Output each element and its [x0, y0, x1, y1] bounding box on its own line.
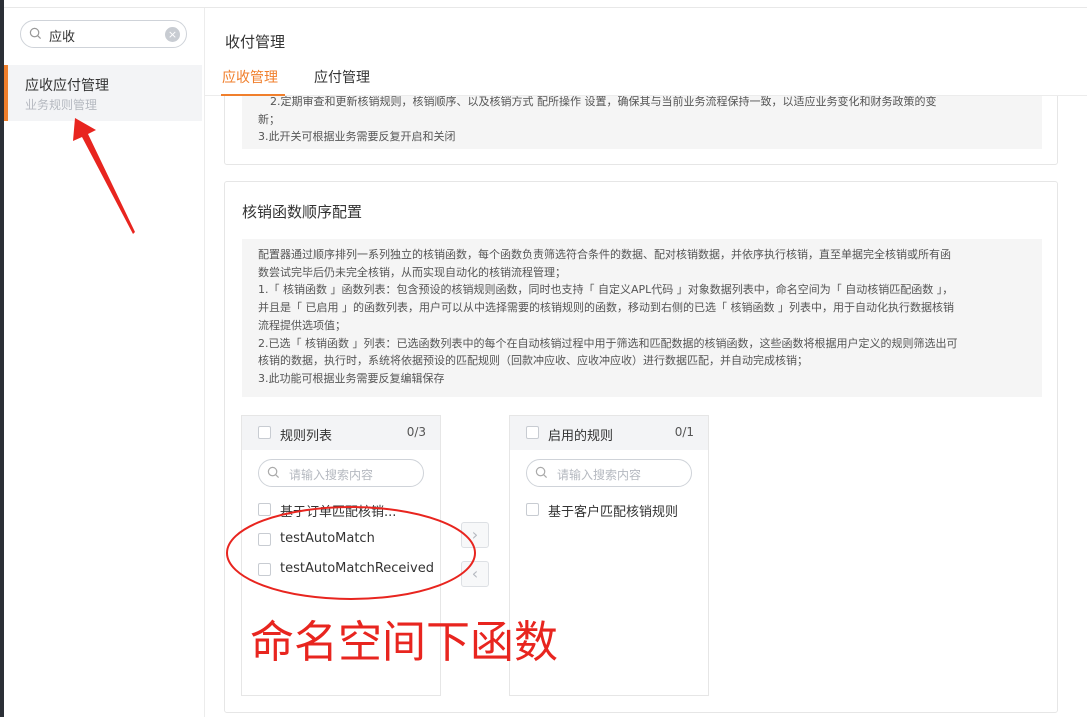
tab-receivable[interactable]: 应收管理 [222, 67, 278, 87]
clear-icon[interactable]: × [165, 27, 180, 42]
item-label: testAutoMatchReceived [280, 561, 434, 576]
item-checkbox[interactable] [526, 503, 539, 516]
description-line: 并且是「 已启用 」的函数列表，用户可以从中选择需要的核销规则的函数，移动到右侧… [258, 301, 954, 315]
description-box: 配置器通过顺序排列一系列独立的核销函数，每个函数负责筛选符合条件的数据、配对核销… [242, 239, 1042, 397]
annotation-text: 命名空间下函数 [250, 617, 558, 668]
item-checkbox[interactable] [258, 503, 271, 516]
select-all-checkbox[interactable] [258, 426, 271, 439]
search-placeholder: 请输入搜索内容 [289, 468, 374, 482]
list-item[interactable]: 基于订单匹配核销... [258, 499, 438, 521]
tab-payable[interactable]: 应付管理 [314, 67, 370, 87]
description-line: 流程提供选项值； [258, 318, 346, 332]
search-icon [267, 466, 280, 479]
description-line: 数尝试完毕后仍未完全核销，从而实现自动化的核销流程管理； [258, 265, 566, 279]
page-title: 收付管理 [225, 33, 286, 51]
search-value: 应收 [49, 30, 76, 45]
section-title: 核销函数顺序配置 [242, 203, 363, 221]
description-line: 配置器通过顺序排列一系列独立的核销函数，每个函数负责筛选符合条件的数据、配对核销… [258, 248, 951, 261]
item-label: testAutoMatch [280, 531, 375, 546]
list-item[interactable]: testAutoMatch [258, 529, 438, 551]
active-tab-indicator [221, 94, 285, 96]
move-right-button[interactable]: › [461, 522, 489, 548]
panel-header: 启用的规则 0/1 [510, 416, 708, 450]
panel-count: 0/1 [674, 425, 694, 439]
search-icon [29, 27, 42, 40]
sidebar-item-sublabel: 业务规则管理 [25, 98, 98, 112]
item-checkbox[interactable] [258, 563, 271, 576]
description-line: 1.「 核销函数 」函数列表：包含预设的核销规则函数，同时也支持「 自定义APL… [258, 283, 954, 297]
item-checkbox[interactable] [258, 533, 271, 546]
panel-search-input[interactable]: 请输入搜索内容 [258, 459, 424, 487]
description-line: 核销的数据，执行时，系统将依据预设的匹配规则（回款冲应收、应收冲应收）进行数据匹… [258, 354, 808, 368]
tab-bar: 应收管理 应付管理 [205, 58, 1087, 96]
panel-title: 规则列表 [280, 429, 333, 444]
top-border [0, 0, 1087, 8]
panel-search-input[interactable]: 请输入搜索内容 [526, 459, 692, 487]
description-line: 3.此开关可根据业务需要反复开启和关闭 [258, 130, 456, 143]
sidebar-search-input[interactable]: 应收 × [20, 20, 187, 48]
list-item[interactable]: 基于客户匹配核销规则 [526, 499, 706, 521]
move-left-button[interactable]: ‹ [461, 561, 489, 587]
list-item[interactable]: testAutoMatchReceived [258, 559, 438, 581]
panel-header: 规则列表 0/3 [242, 416, 440, 450]
panel-title: 启用的规则 [548, 429, 614, 444]
search-icon [535, 466, 548, 479]
panel-count: 0/3 [406, 425, 426, 439]
sidebar-item-receivable-payable[interactable]: 应收应付管理 业务规则管理 [4, 65, 202, 121]
item-label: 基于订单匹配核销... [280, 505, 397, 520]
sidebar-item-label: 应收应付管理 [25, 78, 109, 94]
description-line: 3.此功能可根据业务需要反复编辑保存 [258, 371, 445, 385]
description-line: 新； [258, 113, 280, 126]
item-label: 基于客户匹配核销规则 [548, 505, 679, 520]
select-all-checkbox[interactable] [526, 426, 539, 439]
sidebar: 应收 × 应收应付管理 业务规则管理 [4, 8, 205, 717]
search-placeholder: 请输入搜索内容 [557, 468, 642, 482]
description-line: 2.已选「 核销函数 」列表：已选函数列表中的每个在自动核销过程中用于筛选和匹配… [258, 336, 958, 350]
